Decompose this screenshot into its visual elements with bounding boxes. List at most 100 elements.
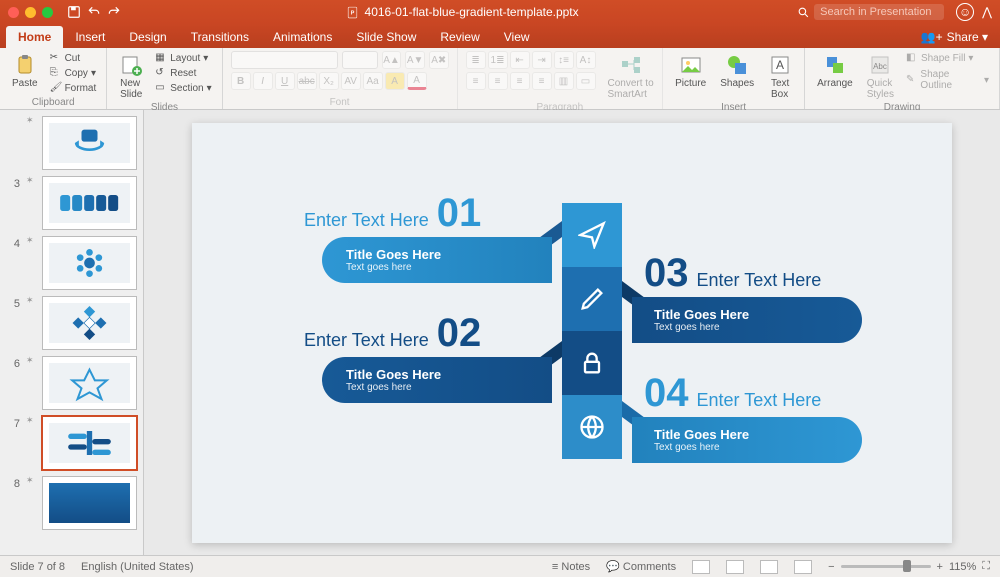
search-icon — [797, 6, 810, 19]
titlebar: P 4016-01-flat-blue-gradient-template.pp… — [0, 0, 1000, 24]
change-case-icon[interactable]: Aa — [363, 72, 383, 90]
reading-view-icon[interactable] — [760, 560, 778, 574]
slide-canvas[interactable]: Enter Text Here01 Enter Text Here02 03En… — [144, 110, 1000, 555]
tab-slideshow[interactable]: Slide Show — [344, 26, 428, 48]
share-button[interactable]: 👥+Share ▾ — [909, 30, 1000, 48]
spine-icon-pencil-icon — [562, 267, 622, 331]
align-left-icon[interactable]: ≡ — [466, 72, 486, 90]
arrange-button[interactable]: Arrange — [813, 51, 857, 91]
char-spacing-icon[interactable]: AV — [341, 72, 361, 90]
subscript-icon[interactable]: X₂ — [319, 72, 339, 90]
sorter-view-icon[interactable] — [726, 560, 744, 574]
tab-design[interactable]: Design — [117, 26, 178, 48]
feedback-icon[interactable]: ☺ — [956, 3, 974, 21]
tab-animations[interactable]: Animations — [261, 26, 344, 48]
tab-review[interactable]: Review — [428, 26, 491, 48]
text-direction-icon[interactable]: A↕ — [576, 51, 596, 69]
shapes-button[interactable]: Shapes — [716, 51, 758, 91]
spine — [562, 203, 622, 459]
comments-button[interactable]: 💬 Comments — [606, 560, 676, 573]
tab-view[interactable]: View — [492, 26, 542, 48]
arm-01[interactable]: Title Goes HereText goes here — [322, 237, 552, 283]
spine-icon-lock-icon — [562, 331, 622, 395]
language-indicator[interactable]: English (United States) — [81, 561, 194, 573]
svg-text:P: P — [350, 10, 354, 16]
minimize-window-icon[interactable] — [25, 7, 36, 18]
slideshow-view-icon[interactable] — [794, 560, 812, 574]
increase-font-icon[interactable]: A▲ — [382, 51, 402, 69]
header-03: 03Enter Text Here — [644, 251, 821, 296]
cut-button[interactable]: ✂Cut — [48, 51, 99, 65]
columns-icon[interactable]: ▥ — [554, 72, 574, 90]
italic-icon[interactable]: I — [253, 72, 273, 90]
slide-thumb-3[interactable] — [42, 176, 137, 230]
underline-icon[interactable]: U — [275, 72, 295, 90]
font-size-select[interactable] — [342, 51, 377, 69]
shape-outline-button[interactable]: ✎Shape Outline ▾ — [904, 68, 991, 92]
bold-icon[interactable]: B — [231, 72, 251, 90]
zoom-in-icon[interactable]: + — [937, 561, 943, 573]
align-center-icon[interactable]: ≡ — [488, 72, 508, 90]
undo-icon[interactable] — [87, 5, 101, 19]
slide-thumb-8[interactable] — [42, 476, 137, 530]
indent-right-icon[interactable]: ⇥ — [532, 51, 552, 69]
fit-to-window-icon[interactable]: ⛶ — [982, 560, 990, 573]
zoom-slider[interactable] — [841, 565, 931, 568]
close-window-icon[interactable] — [8, 7, 19, 18]
tab-home[interactable]: Home — [6, 26, 63, 48]
paste-button[interactable]: Paste — [8, 51, 42, 91]
status-bar: Slide 7 of 8 English (United States) ≡ N… — [0, 555, 1000, 577]
slide-thumb-2[interactable] — [42, 116, 137, 170]
slide[interactable]: Enter Text Here01 Enter Text Here02 03En… — [192, 123, 952, 543]
redo-icon[interactable] — [107, 5, 121, 19]
layout-button[interactable]: ▦Layout ▾ — [153, 51, 213, 65]
new-slide-button[interactable]: New Slide — [115, 51, 147, 102]
header-01: Enter Text Here01 — [304, 191, 481, 236]
textbox-button[interactable]: AText Box — [764, 51, 796, 102]
section-button[interactable]: ▭Section ▾ — [153, 81, 213, 95]
arm-04[interactable]: Title Goes HereText goes here — [632, 417, 862, 463]
search-input[interactable] — [814, 4, 944, 20]
reset-button[interactable]: ↺Reset — [153, 66, 213, 80]
normal-view-icon[interactable] — [692, 560, 710, 574]
arm-02[interactable]: Title Goes HereText goes here — [322, 357, 552, 403]
slide-thumb-4[interactable] — [42, 236, 137, 290]
zoom-level[interactable]: 115% — [949, 561, 976, 573]
maximize-window-icon[interactable] — [42, 7, 53, 18]
numbering-icon[interactable]: 1≣ — [488, 51, 508, 69]
quick-styles-button[interactable]: AbcQuick Styles — [863, 51, 898, 102]
svg-text:Abc: Abc — [873, 62, 887, 71]
shape-fill-button[interactable]: ◧Shape Fill ▾ — [904, 51, 991, 65]
slide-thumb-5[interactable] — [42, 296, 137, 350]
font-color-icon[interactable]: A — [407, 72, 427, 90]
font-family-select[interactable] — [231, 51, 339, 69]
header-02: Enter Text Here02 — [304, 311, 481, 356]
ribbon-group-slides: New Slide ▦Layout ▾ ↺Reset ▭Section ▾ Sl… — [107, 48, 222, 109]
clear-format-icon[interactable]: A✖ — [429, 51, 449, 69]
align-text-icon[interactable]: ▭ — [576, 72, 596, 90]
notes-button[interactable]: ≡ Notes — [552, 561, 590, 573]
ribbon-tabs: Home Insert Design Transitions Animation… — [0, 24, 1000, 48]
strikethrough-icon[interactable]: abc — [297, 72, 317, 90]
copy-button[interactable]: ⎘Copy ▾ — [48, 66, 99, 80]
convert-smartart-button[interactable]: Convert to SmartArt — [604, 51, 658, 102]
justify-icon[interactable]: ≡ — [532, 72, 552, 90]
zoom-out-icon[interactable]: − — [828, 561, 834, 573]
title-chevron-icon[interactable]: ⋀ — [982, 5, 992, 19]
slide-thumb-7[interactable] — [42, 416, 137, 470]
align-right-icon[interactable]: ≡ — [510, 72, 530, 90]
picture-button[interactable]: Picture — [671, 51, 710, 91]
zoom-control[interactable]: − + 115% ⛶ — [828, 560, 990, 573]
decrease-font-icon[interactable]: A▼ — [405, 51, 425, 69]
tab-transitions[interactable]: Transitions — [179, 26, 261, 48]
line-spacing-icon[interactable]: ↕≡ — [554, 51, 574, 69]
ribbon-group-drawing: Arrange AbcQuick Styles ◧Shape Fill ▾ ✎S… — [805, 48, 1000, 109]
save-icon[interactable] — [67, 5, 81, 19]
tab-insert[interactable]: Insert — [63, 26, 117, 48]
format-painter-button[interactable]: 🖌Format — [48, 81, 99, 95]
highlight-icon[interactable]: A — [385, 72, 405, 90]
bullets-icon[interactable]: ≣ — [466, 51, 486, 69]
slide-thumb-6[interactable] — [42, 356, 137, 410]
indent-left-icon[interactable]: ⇤ — [510, 51, 530, 69]
arm-03[interactable]: Title Goes HereText goes here — [632, 297, 862, 343]
